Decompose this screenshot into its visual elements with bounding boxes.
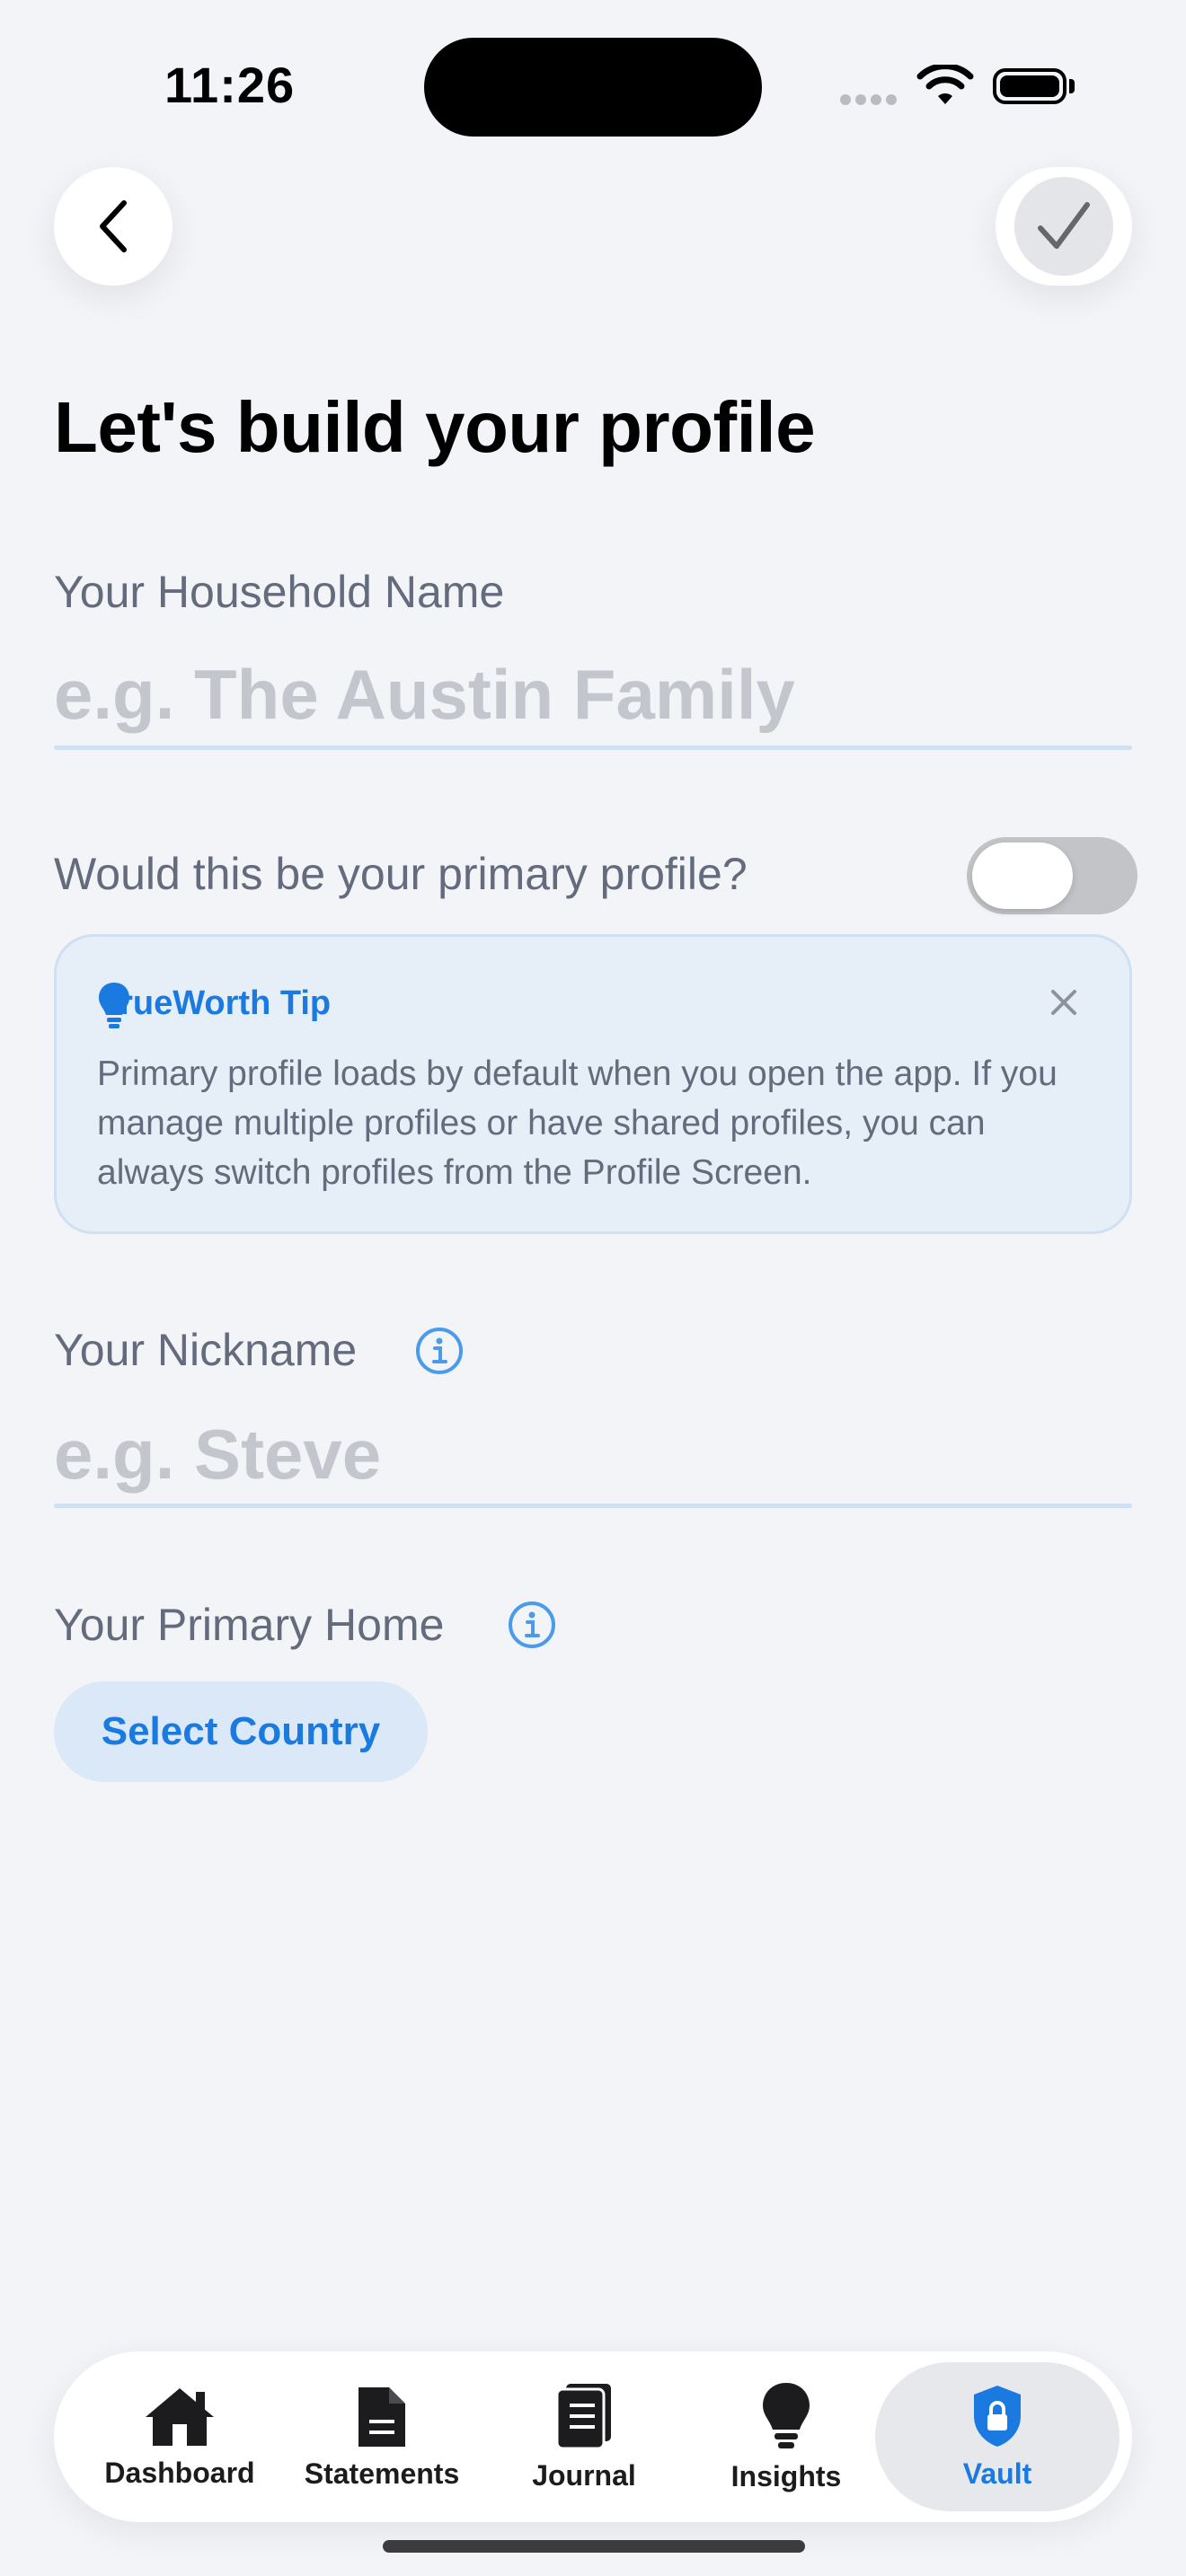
house-icon	[146, 2387, 214, 2446]
household-name-label: Your Household Name	[54, 567, 505, 617]
tab-vault[interactable]: Vault	[898, 2351, 1096, 2522]
battery-tip	[1069, 79, 1075, 93]
tab-label: Insights	[730, 2459, 842, 2492]
confirm-button-inner	[1014, 177, 1113, 276]
tab-journal[interactable]: Journal	[494, 2351, 674, 2522]
nickname-info-icon[interactable]	[414, 1326, 465, 1376]
shield-lock-icon	[974, 2385, 1021, 2447]
household-name-underline	[54, 745, 1132, 750]
nickname-underline	[54, 1504, 1132, 1508]
nickname-input[interactable]	[54, 1414, 1132, 1495]
close-icon[interactable]	[1044, 983, 1084, 1022]
primary-profile-question: Would this be your primary profile?	[54, 849, 748, 899]
wifi-icon	[916, 65, 974, 104]
checkmark-icon	[1038, 202, 1090, 249]
tab-statements[interactable]: Statements	[292, 2351, 472, 2522]
tab-insights[interactable]: Insights	[696, 2351, 876, 2522]
tip-body: Primary profile loads by default when yo…	[97, 1054, 1058, 1192]
tab-bar: Dashboard Statements Journal Insights Va…	[54, 2351, 1132, 2522]
page-title: Let's build your profile	[54, 387, 816, 467]
battery-icon	[993, 68, 1067, 104]
home-indicator	[383, 2540, 805, 2553]
primary-home-info-icon[interactable]	[507, 1600, 557, 1650]
primary-profile-toggle[interactable]	[967, 837, 1137, 914]
journal-icon	[555, 2383, 611, 2449]
chevron-left-icon	[100, 200, 127, 252]
tab-label: Statements	[304, 2457, 460, 2490]
tab-label: Vault	[962, 2457, 1032, 2490]
primary-home-label: Your Primary Home	[54, 1600, 445, 1650]
select-country-button[interactable]: Select Country	[54, 1681, 428, 1782]
lightbulb-icon	[763, 2382, 810, 2448]
tab-dashboard[interactable]: Dashboard	[90, 2351, 270, 2522]
back-button[interactable]	[54, 167, 173, 286]
tip-title: TrueWorth Tip	[101, 984, 332, 1022]
document-icon	[358, 2386, 405, 2447]
household-name-input[interactable]	[54, 654, 1132, 736]
toggle-knob	[972, 842, 1073, 909]
cellular-signal-icon	[840, 93, 901, 110]
confirm-button[interactable]	[996, 167, 1132, 286]
tab-label: Journal	[532, 2458, 636, 2492]
dynamic-island	[424, 38, 762, 137]
nickname-label: Your Nickname	[54, 1325, 358, 1375]
status-time: 11:26	[164, 57, 296, 113]
tab-label: Dashboard	[104, 2456, 255, 2489]
